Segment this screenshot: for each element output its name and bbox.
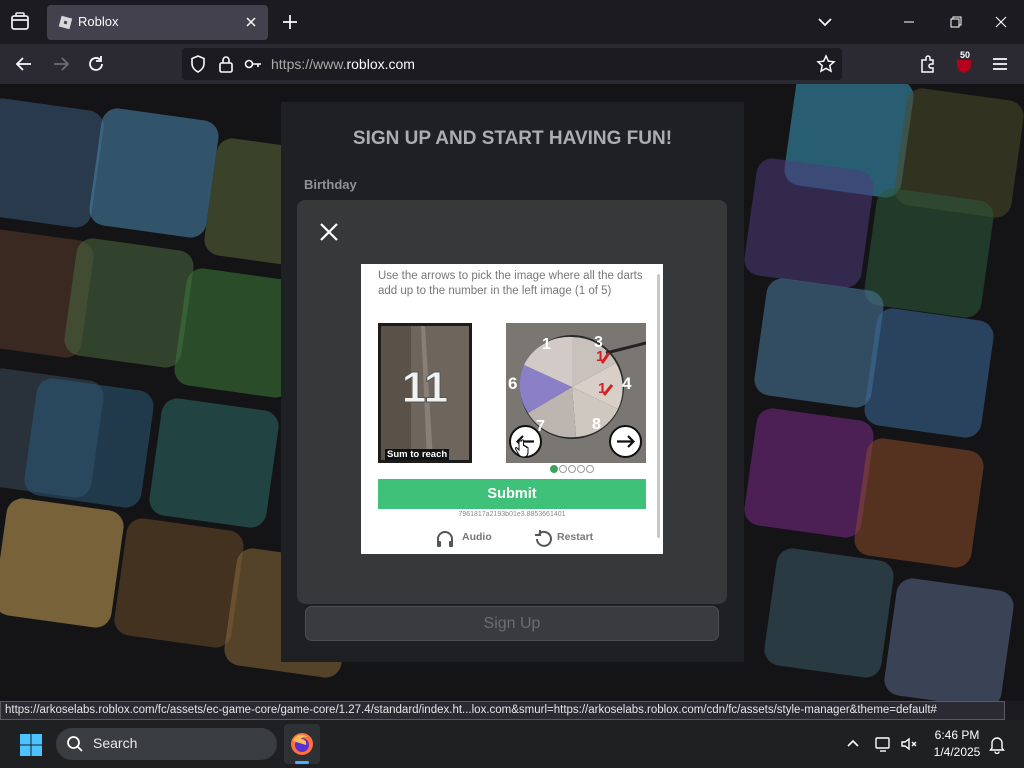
wheel-number: 1 xyxy=(542,336,551,353)
chevron-up-icon[interactable] xyxy=(843,734,863,754)
captcha-instruction: Use the arrows to pick the image where a… xyxy=(378,270,643,297)
tracking-shield-icon[interactable] xyxy=(188,54,208,74)
birthday-label: Birthday xyxy=(304,177,357,192)
clock-time: 6:46 PM xyxy=(934,728,980,742)
target-number-image: 11 Sum to reach xyxy=(378,323,472,463)
page-title: SIGN UP AND START HAVING FUN! xyxy=(352,128,673,149)
restart-icon[interactable] xyxy=(533,529,553,549)
link-status-bar: https://arkoselabs.roblox.com/fc/assets/… xyxy=(0,701,1005,720)
close-tab-icon[interactable] xyxy=(242,13,260,31)
tab-title: Roblox xyxy=(78,14,119,29)
hand-cursor-icon xyxy=(514,439,530,459)
pagination-dot xyxy=(550,465,558,473)
pagination-dot xyxy=(559,465,567,473)
url-text[interactable]: https://www.roblox.com xyxy=(271,56,415,72)
windows-logo-icon[interactable] xyxy=(19,733,43,757)
star-icon[interactable] xyxy=(816,54,836,74)
firefox-icon xyxy=(290,732,314,756)
session-id: 7961817a2193b01e3.8853661401 xyxy=(458,511,566,518)
volume-muted-icon[interactable] xyxy=(899,734,919,754)
url-bar[interactable]: https://www.roblox.com xyxy=(182,48,842,80)
next-arrow-button[interactable] xyxy=(609,425,642,458)
restore-icon[interactable] xyxy=(932,0,978,44)
minimize-icon[interactable] xyxy=(886,0,932,44)
roblox-favicon-icon xyxy=(58,15,73,30)
pagination-dot xyxy=(577,465,585,473)
image-pagination xyxy=(550,465,595,474)
pagination-dot xyxy=(586,465,594,473)
tab-list-icon[interactable] xyxy=(8,10,32,34)
target-number: 11 xyxy=(402,363,449,412)
key-icon[interactable] xyxy=(243,54,263,74)
tab-roblox[interactable]: Roblox xyxy=(47,5,268,40)
submit-button[interactable]: Submit xyxy=(378,479,646,509)
extension-badge: 50 xyxy=(958,50,973,60)
network-icon[interactable] xyxy=(873,734,893,754)
search-label: Search xyxy=(93,735,138,751)
new-tab-icon[interactable] xyxy=(280,12,300,32)
taskbar-search[interactable]: Search xyxy=(56,728,277,760)
headphones-icon[interactable] xyxy=(435,529,455,549)
close-window-icon[interactable] xyxy=(978,0,1024,44)
pagination-dot xyxy=(568,465,576,473)
lock-icon[interactable] xyxy=(216,54,236,74)
wheel-number: 8 xyxy=(592,416,601,433)
chevron-down-icon[interactable] xyxy=(815,12,835,32)
wheel-number: 4 xyxy=(622,374,632,393)
search-icon xyxy=(66,735,84,753)
firefox-taskbar-app[interactable] xyxy=(284,724,320,764)
restart-link[interactable]: Restart xyxy=(557,531,593,543)
captcha-challenge: Use the arrows to pick the image where a… xyxy=(361,264,663,554)
sum-to-reach-label: Sum to reach xyxy=(385,449,450,460)
tab-bar: Roblox xyxy=(0,0,1024,44)
dartboard-image: 1 3 6 4 7 8 1 1 xyxy=(506,323,646,463)
audio-link[interactable]: Audio xyxy=(462,531,492,543)
close-icon[interactable] xyxy=(317,220,341,244)
notification-bell-icon[interactable] xyxy=(987,734,1007,755)
page-content: SIGN UP AND START HAVING FUN! Birthday S… xyxy=(0,84,1024,701)
hamburger-menu-icon[interactable] xyxy=(990,54,1010,74)
reload-icon[interactable] xyxy=(86,54,106,74)
forward-arrow-icon[interactable] xyxy=(51,54,71,74)
navigation-toolbar: https://www.roblox.com 50 xyxy=(0,44,1024,84)
wheel-number: 6 xyxy=(508,374,517,393)
signup-button[interactable]: Sign Up xyxy=(305,606,719,641)
clock-date: 1/4/2025 xyxy=(933,745,981,759)
scrollbar[interactable] xyxy=(657,274,660,538)
back-arrow-icon[interactable] xyxy=(14,54,34,74)
system-clock[interactable]: 6:46 PM 1/4/2025 xyxy=(922,727,992,761)
windows-taskbar: Search 6:46 PM 1/4/2025 xyxy=(0,720,1024,768)
active-indicator xyxy=(295,761,309,764)
extensions-puzzle-icon[interactable] xyxy=(918,54,938,74)
